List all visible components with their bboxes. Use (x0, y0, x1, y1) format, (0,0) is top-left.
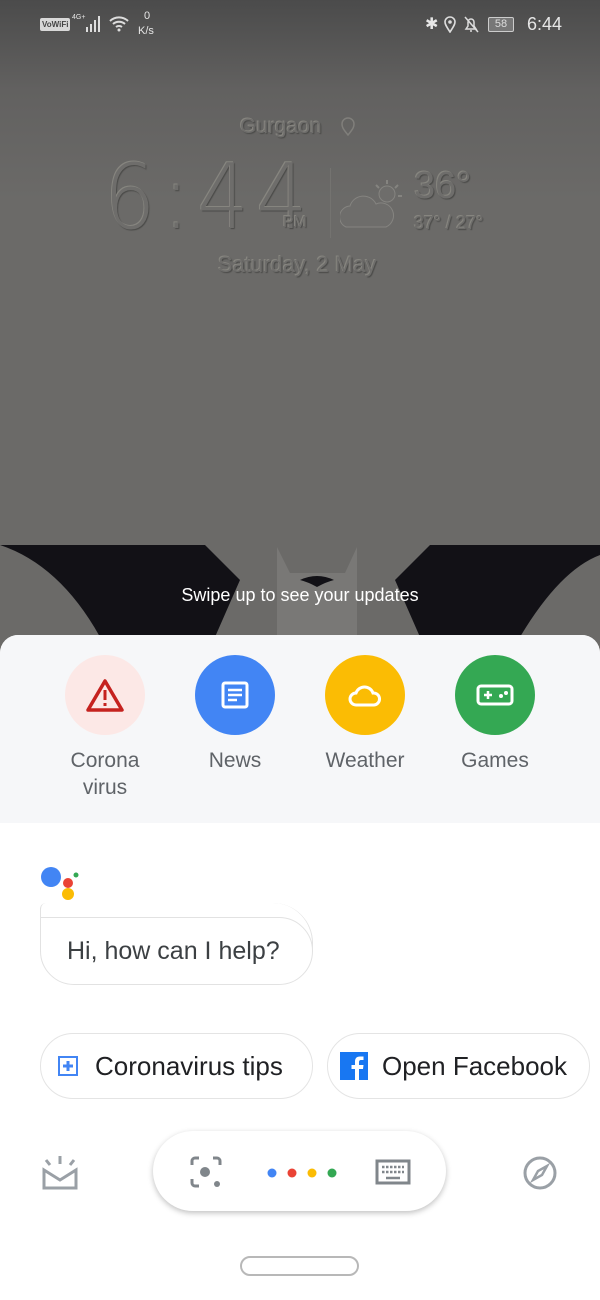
topic-label: Corona virus (70, 749, 140, 799)
topic-label: Weather (325, 749, 405, 772)
bluetooth-icon: ✱ (425, 16, 439, 33)
net-speed-value: 0 (144, 10, 151, 22)
lockscreen-wallpaper (0, 0, 600, 640)
mic-dots-button[interactable] (262, 1164, 342, 1182)
signal-icon (86, 16, 100, 32)
topic-circle (195, 655, 275, 735)
clock-divider (330, 168, 331, 238)
article-icon (221, 681, 249, 709)
suggestion-label: Open Facebook (382, 1050, 568, 1081)
facebook-icon (340, 1052, 368, 1080)
topic-circle (455, 655, 535, 735)
suggestion-label: Coronavirus tips (95, 1050, 283, 1081)
notifications-off-icon (464, 16, 479, 33)
mic-dot (287, 1168, 297, 1178)
wifi-icon (109, 16, 129, 32)
partly-cloudy-icon (340, 180, 402, 228)
topic-label: News (208, 749, 262, 772)
vowifi-badge: VoWiFi (40, 18, 71, 31)
location-icon (444, 16, 456, 33)
battery-indicator: 58 (488, 17, 514, 32)
keyboard-icon[interactable] (375, 1159, 411, 1185)
topic-circle (65, 655, 145, 735)
medical-plus-icon (58, 1056, 78, 1076)
updates-inbox-icon[interactable] (40, 1154, 80, 1192)
explore-compass-icon[interactable] (522, 1155, 558, 1191)
mic-dot (327, 1168, 337, 1178)
clock-time: 6:44 (104, 145, 315, 250)
gamepad-icon (476, 684, 514, 706)
topics-row: Corona virus News Weather Games (0, 635, 600, 823)
google-assistant-logo (41, 867, 79, 900)
topic-weather[interactable]: Weather (310, 655, 420, 774)
clock-ampm: PM (283, 214, 307, 231)
topic-label: Games (461, 749, 529, 772)
cloud-icon (348, 685, 381, 707)
mic-dot (307, 1168, 317, 1178)
suggestion-open-facebook[interactable]: Open Facebook (327, 1033, 590, 1099)
date-label: Saturday, 2 May (218, 252, 377, 277)
current-temperature: 36° (414, 165, 472, 207)
topic-games[interactable]: Games (440, 655, 550, 774)
location-label: Gurgaon (240, 115, 322, 138)
warning-icon (86, 679, 124, 712)
location-pin-icon (341, 117, 355, 137)
topic-coronavirus[interactable]: Corona virus (50, 655, 160, 801)
suggestion-coronavirus-tips[interactable]: Coronavirus tips (40, 1033, 313, 1099)
net-speed-unit: K/s (138, 25, 154, 37)
temperature-range: 37° / 27° (414, 213, 484, 233)
status-time: 6:44 (527, 14, 563, 34)
lens-icon[interactable] (189, 1155, 223, 1189)
swipe-up-hint: Swipe up to see your updates (181, 585, 419, 605)
mic-dot (267, 1168, 277, 1178)
topic-circle (325, 655, 405, 735)
home-gesture-bar[interactable] (240, 1256, 359, 1276)
topic-news[interactable]: News (180, 655, 290, 774)
greeting-text: Hi, how can I help? (40, 917, 313, 985)
